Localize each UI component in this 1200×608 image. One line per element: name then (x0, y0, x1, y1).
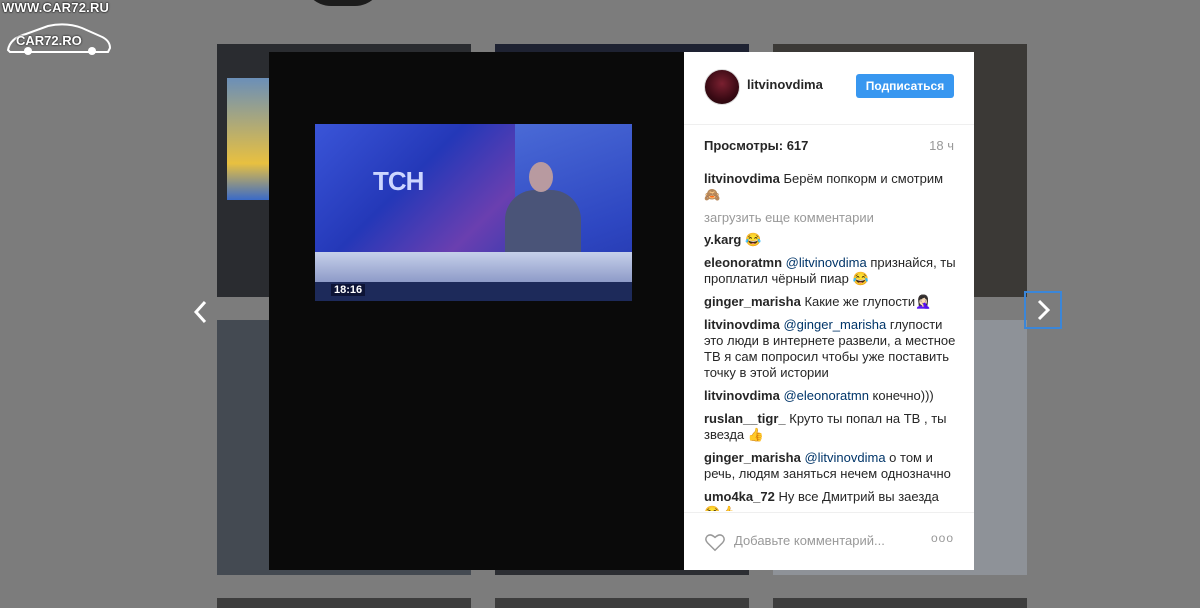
grid-thumbnail[interactable] (773, 598, 1027, 608)
thumbnail-inset (227, 78, 269, 200)
comment-item: litvinovdima @ginger_marisha глупости эт… (704, 317, 956, 381)
tv-clock: 18:16 (331, 284, 366, 296)
post-side-panel: litvinovdima Подписаться Просмотры: 617 … (684, 52, 974, 570)
comment-item: eleonoratmn @litvinovdima признайся, ты … (704, 255, 956, 287)
comment-mention[interactable]: @litvinovdima (782, 255, 867, 270)
caption: litvinovdima Берём попкорм и смотрим🙈 (704, 171, 956, 203)
comment-item: umo4ka_72 Ну все Дмитрий вы заезда 😂👍 (704, 489, 956, 511)
caption-username[interactable]: litvinovdima (704, 171, 780, 186)
previous-post-chevron-icon[interactable] (186, 295, 216, 329)
comment-mention[interactable]: @eleonoratmn (780, 388, 868, 403)
comment-username[interactable]: ruslan__tigr_ (704, 411, 786, 426)
comment-item: ginger_marisha Какие же глупости🤦🏻‍♀ (704, 294, 956, 310)
comment-footer: Добавьте комментарий... ooo (684, 512, 974, 571)
grid-thumbnail[interactable] (495, 598, 749, 608)
news-desk (315, 252, 632, 282)
post-username[interactable]: litvinovdima (747, 77, 823, 92)
view-count: Просмотры: 617 (704, 138, 809, 153)
comment-username[interactable]: litvinovdima (704, 388, 780, 403)
comment-username[interactable]: eleonoratmn (704, 255, 782, 270)
post-header: litvinovdima Подписаться (684, 52, 974, 125)
comment-username[interactable]: y.karg (704, 232, 741, 247)
comment-item: y.karg 😂 (704, 232, 956, 248)
channel-logo: ТСН (373, 166, 424, 196)
comment-username[interactable]: ginger_marisha (704, 450, 801, 465)
tv-screen-frame: ТСН 18:16 (315, 124, 632, 301)
profile-avatar-partial (303, 0, 383, 6)
comment-username[interactable]: ginger_marisha (704, 294, 801, 309)
chevron-right-icon (1037, 299, 1051, 321)
comment-text: конечно))) (868, 388, 934, 403)
comment-text: 😂 (741, 232, 762, 247)
comment-mention[interactable]: @ginger_marisha (780, 317, 886, 332)
comment-username[interactable]: umo4ka_72 (704, 489, 775, 504)
follow-button[interactable]: Подписаться (856, 74, 954, 98)
watermark: WWW.CAR72.RU CAR72.RO (0, 0, 130, 58)
next-post-button[interactable] (1024, 291, 1062, 329)
heart-icon[interactable] (704, 531, 726, 553)
more-options-icon[interactable]: ooo (931, 531, 954, 545)
comment-item: ruslan__tigr_ Круто ты попал на ТВ , ты … (704, 411, 956, 443)
comment-list: litvinovdima Берём попкорм и смотрим🙈 за… (704, 171, 956, 511)
comment-mention[interactable]: @litvinovdima (801, 450, 885, 465)
comment-username[interactable]: litvinovdima (704, 317, 780, 332)
watermark-logo-text: CAR72.RO (16, 33, 82, 48)
post-video[interactable]: ТСН 18:16 (269, 52, 684, 570)
watermark-url: WWW.CAR72.RU (2, 0, 110, 15)
comment-item: ginger_marisha @litvinovdima о том и реч… (704, 450, 956, 482)
avatar[interactable] (704, 69, 740, 105)
comment-input[interactable]: Добавьте комментарий... (734, 533, 885, 548)
post-age: 18 ч (929, 138, 954, 153)
comment-text: Какие же глупости🤦🏻‍♀ (800, 294, 932, 309)
news-anchor-head (529, 162, 553, 192)
comment-item: litvinovdima @eleonoratmn конечно))) (704, 388, 956, 404)
grid-thumbnail[interactable] (217, 598, 471, 608)
news-anchor-body (505, 190, 581, 260)
load-more-comments-link[interactable]: загрузить еще комментарии (704, 210, 956, 226)
